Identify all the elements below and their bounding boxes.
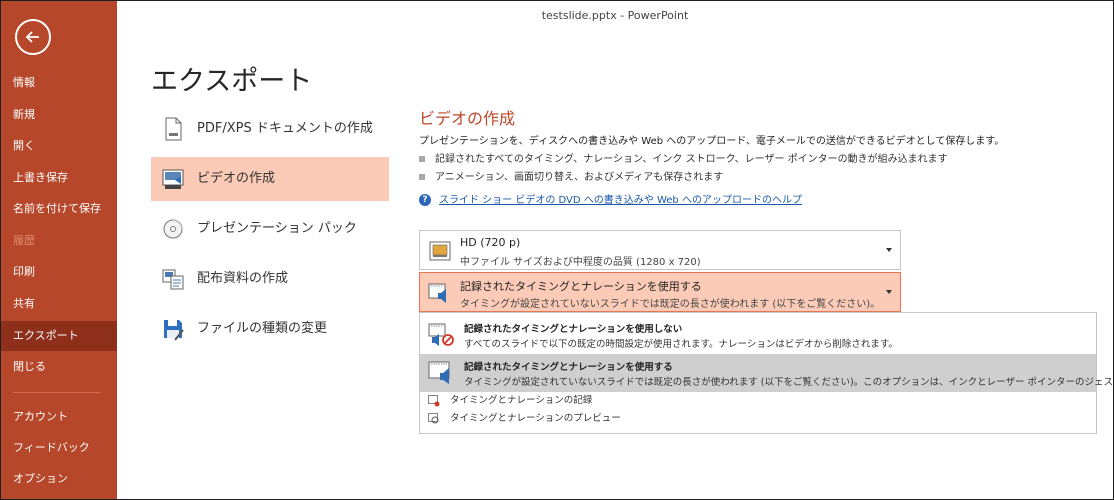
nav-feedback[interactable]: フィードバック bbox=[1, 433, 117, 463]
chevron-down-icon bbox=[886, 248, 892, 252]
page-title: エクスポート bbox=[151, 66, 313, 97]
nav-close[interactable]: 閉じる bbox=[1, 352, 117, 382]
nav-options[interactable]: オプション bbox=[1, 464, 117, 494]
nav-open[interactable]: 開く bbox=[1, 131, 117, 161]
narration-speaker-icon bbox=[428, 361, 450, 384]
no-narration-icon bbox=[428, 323, 454, 346]
timing-option-dont-use[interactable]: 記録されたタイミングとナレーションを使用しない すべてのスライドで以下の既定の時… bbox=[420, 316, 1096, 354]
export-option-video[interactable]: ビデオの作成 bbox=[151, 157, 389, 201]
feature-bullet: アニメーション、画面切り替え、およびメディアも保存されます bbox=[419, 168, 723, 183]
record-timings-label: タイミングとナレーションの記録 bbox=[450, 395, 593, 406]
record-icon bbox=[428, 395, 440, 407]
handout-icon bbox=[162, 269, 184, 290]
bullet-text: アニメーション、画面切り替え、およびメディアも保存されます bbox=[435, 172, 724, 183]
powerpoint-backstage: 情報 新規 開く 上書き保存 名前を付けて保存 履歴 印刷 共有 エクスポート … bbox=[0, 0, 1114, 500]
preview-timings-item[interactable]: タイミングとナレーションのプレビュー bbox=[420, 410, 1096, 428]
export-option-label: ビデオの作成 bbox=[197, 171, 276, 186]
back-arrow-icon bbox=[25, 31, 39, 43]
export-option-label: 配布資料の作成 bbox=[197, 271, 289, 286]
option-title: 記録されたタイミングとナレーションを使用しない bbox=[464, 324, 683, 335]
section-description: プレゼンテーションを、ディスクへの書き込みや Web へのアップロード、電子メー… bbox=[419, 136, 1005, 147]
nav-divider bbox=[13, 392, 101, 393]
export-option-file-type[interactable]: ファイルの種類の変更 bbox=[151, 307, 389, 351]
quality-title: HD (720 p) bbox=[460, 236, 521, 249]
preview-icon bbox=[428, 413, 439, 424]
export-option-pdf[interactable]: PDF/XPS ドキュメントの作成 bbox=[151, 107, 389, 151]
window-title: testslide.pptx - PowerPoint bbox=[541, 9, 689, 22]
section-title: ビデオの作成 bbox=[419, 109, 516, 128]
timing-subtitle: タイミングが設定されていないスライドでは既定の長さが使われます (以下をご覧くだ… bbox=[460, 299, 880, 310]
preview-timings-label: タイミングとナレーションのプレビュー bbox=[450, 413, 621, 424]
help-question-icon: ? bbox=[419, 194, 431, 206]
nav-print[interactable]: 印刷 bbox=[1, 257, 117, 287]
chevron-down-icon bbox=[886, 290, 892, 294]
nav-history: 履歴 bbox=[13, 234, 35, 247]
quality-subtitle: 中ファイル サイズおよび中程度の品質 (1280 x 720) bbox=[460, 257, 701, 268]
video-icon bbox=[162, 169, 184, 189]
help-row: ? スライド ショー ビデオの DVD への書き込みや Web へのアップロードの… bbox=[419, 191, 802, 206]
nav-save-as[interactable]: 名前を付けて保存 bbox=[1, 194, 117, 224]
timing-dropdown-menu: 記録されたタイミングとナレーションを使用しない すべてのスライドで以下の既定の時… bbox=[419, 312, 1113, 434]
bullet-square-icon bbox=[419, 174, 425, 180]
nav-save[interactable]: 上書き保存 bbox=[1, 163, 117, 193]
narration-speaker-icon bbox=[428, 283, 446, 303]
timing-option-use[interactable]: 記録されたタイミングとナレーションを使用する タイミングが設定されていないスライ… bbox=[420, 354, 1113, 392]
nav-new[interactable]: 新規 bbox=[1, 100, 117, 130]
export-option-package[interactable]: プレゼンテーション パック bbox=[151, 207, 389, 251]
export-option-handout[interactable]: 配布資料の作成 bbox=[151, 257, 389, 301]
hd-quality-icon bbox=[429, 241, 451, 261]
bullet-text: 記録されたすべてのタイミング、ナレーション、インク ストローク、レーザー ポイン… bbox=[435, 154, 948, 165]
timing-dropdown[interactable]: 記録されたタイミングとナレーションを使用する タイミングが設定されていないスライ… bbox=[419, 272, 901, 312]
record-timings-item[interactable]: タイミングとナレーションの記録 bbox=[420, 392, 1096, 410]
back-button[interactable] bbox=[15, 19, 51, 55]
option-subtitle: すべてのスライドで以下の既定の時間設定が使用されます。ナレーションはビデオから削… bbox=[464, 339, 898, 350]
option-title: 記録されたタイミングとナレーションを使用する bbox=[464, 362, 673, 373]
bullet-square-icon bbox=[419, 156, 425, 162]
backstage-nav: 情報 新規 開く 上書き保存 名前を付けて保存 履歴 印刷 共有 エクスポート … bbox=[1, 1, 117, 499]
pdf-document-icon bbox=[165, 117, 182, 141]
export-option-label: ファイルの種類の変更 bbox=[197, 321, 328, 336]
file-type-save-icon bbox=[164, 320, 184, 341]
quality-dropdown[interactable]: HD (720 p) 中ファイル サイズおよび中程度の品質 (1280 x 72… bbox=[419, 230, 901, 270]
export-option-label: PDF/XPS ドキュメントの作成 bbox=[197, 121, 373, 136]
nav-info[interactable]: 情報 bbox=[1, 68, 117, 98]
nav-share[interactable]: 共有 bbox=[1, 289, 117, 319]
help-link[interactable]: スライド ショー ビデオの DVD への書き込みや Web へのアップロードのヘ… bbox=[439, 195, 802, 206]
nav-account[interactable]: アカウント bbox=[1, 402, 117, 432]
cd-package-icon bbox=[163, 219, 183, 239]
nav-export[interactable]: エクスポート bbox=[1, 321, 117, 351]
option-subtitle: タイミングが設定されていないスライドでは既定の長さが使われます (以下をご覧くだ… bbox=[464, 377, 1114, 388]
export-option-label: プレゼンテーション パック bbox=[197, 221, 357, 236]
feature-bullet: 記録されたすべてのタイミング、ナレーション、インク ストローク、レーザー ポイン… bbox=[419, 150, 948, 165]
timing-title: 記録されたタイミングとナレーションを使用する bbox=[460, 280, 702, 293]
